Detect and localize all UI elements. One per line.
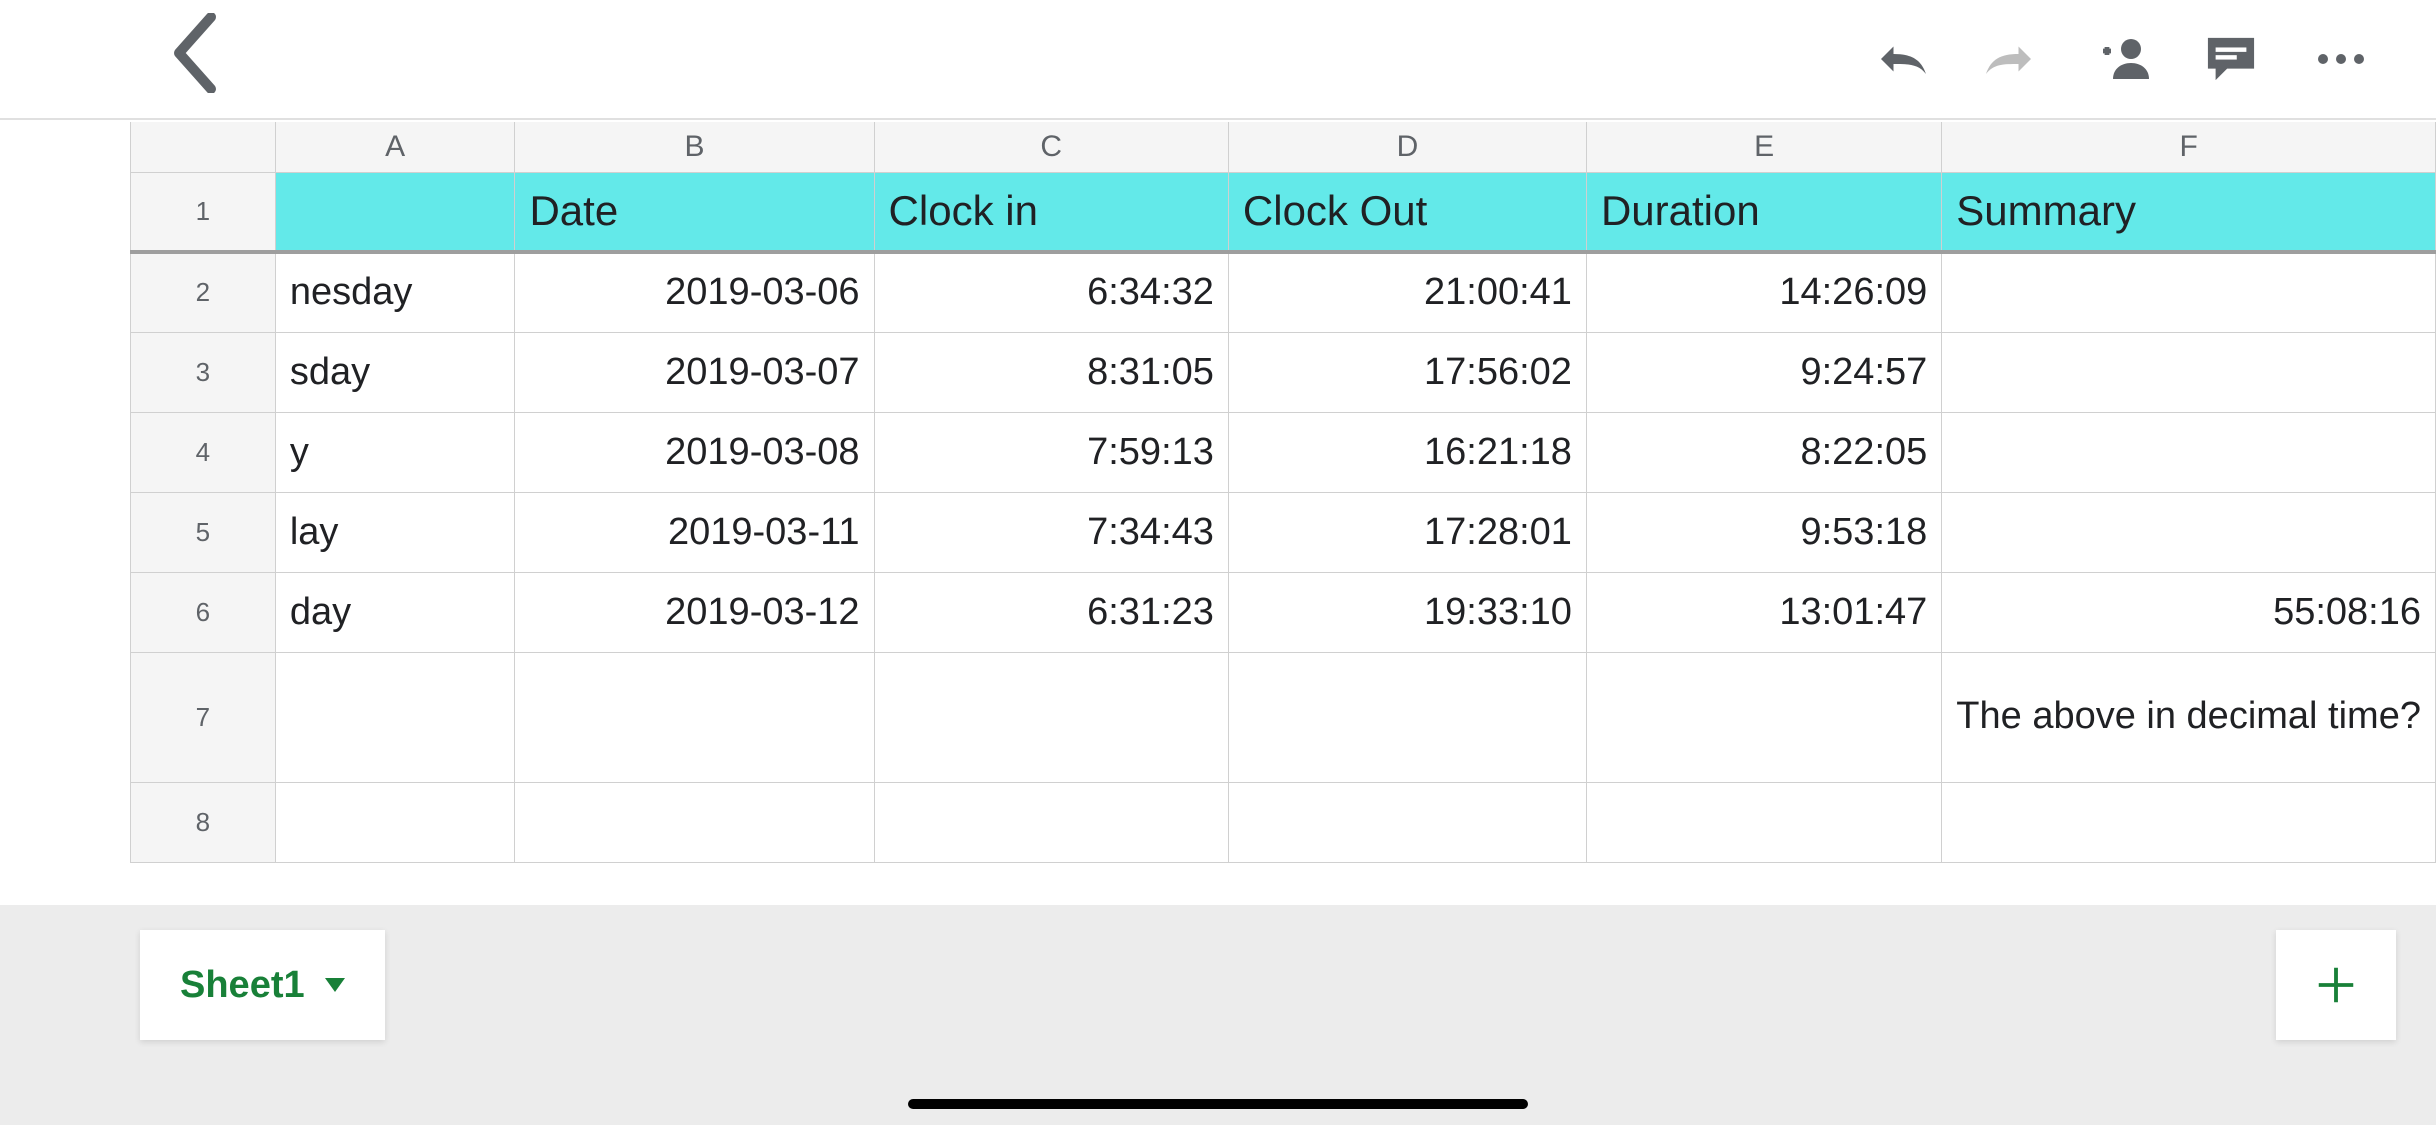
add-person-button[interactable] [2066, 19, 2176, 99]
table-row: 2 nesday 2019-03-06 6:34:32 21:00:41 14:… [131, 252, 2436, 332]
cell[interactable] [1942, 412, 2436, 492]
cell[interactable] [1942, 782, 2436, 862]
cell-F1[interactable]: Summary [1942, 172, 2436, 252]
spreadsheet[interactable]: A B C D E F 1 Date Clock in Clock Out Du… [0, 122, 2436, 905]
cell[interactable] [275, 782, 515, 862]
cell[interactable] [874, 782, 1228, 862]
cell[interactable]: lay [275, 492, 515, 572]
cell[interactable]: 7:34:43 [874, 492, 1228, 572]
cell[interactable]: 13:01:47 [1586, 572, 1941, 652]
cell[interactable] [1942, 252, 2436, 332]
add-sheet-button[interactable] [2276, 930, 2396, 1040]
cell-D1[interactable]: Clock Out [1228, 172, 1586, 252]
cell[interactable]: 17:28:01 [1228, 492, 1586, 572]
cell[interactable]: 6:34:32 [874, 252, 1228, 332]
cell[interactable] [1228, 652, 1586, 782]
col-header-A[interactable]: A [275, 122, 515, 172]
cell[interactable]: 16:21:18 [1228, 412, 1586, 492]
cell[interactable] [1228, 782, 1586, 862]
cell[interactable]: 7:59:13 [874, 412, 1228, 492]
cell[interactable]: 2019-03-07 [515, 332, 874, 412]
redo-button[interactable] [1956, 19, 2066, 99]
comment-button[interactable] [2176, 19, 2286, 99]
cell[interactable] [515, 652, 874, 782]
table-row: 4 y 2019-03-08 7:59:13 16:21:18 8:22:05 [131, 412, 2436, 492]
cell[interactable]: 55:08:16 [1942, 572, 2436, 652]
cell[interactable]: y [275, 412, 515, 492]
row-header[interactable]: 7 [131, 652, 276, 782]
back-button[interactable] [170, 13, 220, 106]
row-header[interactable]: 6 [131, 572, 276, 652]
cell[interactable] [515, 782, 874, 862]
cell-F7[interactable]: The above in decimal time? [1942, 652, 2436, 782]
cell[interactable] [275, 652, 515, 782]
col-header-E[interactable]: E [1586, 122, 1941, 172]
table-row: 1 Date Clock in Clock Out Duration Summa… [131, 172, 2436, 252]
cell[interactable]: 21:00:41 [1228, 252, 1586, 332]
sheet-tab-label: Sheet1 [180, 964, 305, 1007]
cell[interactable]: 2019-03-12 [515, 572, 874, 652]
cell[interactable] [874, 652, 1228, 782]
row-header[interactable]: 5 [131, 492, 276, 572]
column-header-row: A B C D E F [131, 122, 2436, 172]
cell[interactable]: sday [275, 332, 515, 412]
table-row: 8 [131, 782, 2436, 862]
cell[interactable]: 17:56:02 [1228, 332, 1586, 412]
cell[interactable]: 9:53:18 [1586, 492, 1941, 572]
table-row: 6 day 2019-03-12 6:31:23 19:33:10 13:01:… [131, 572, 2436, 652]
col-header-B[interactable]: B [515, 122, 874, 172]
col-header-F[interactable]: F [1942, 122, 2436, 172]
more-button[interactable] [2286, 19, 2396, 99]
cell[interactable]: 8:22:05 [1586, 412, 1941, 492]
row-header[interactable]: 8 [131, 782, 276, 862]
cell[interactable]: nesday [275, 252, 515, 332]
table-row: 3 sday 2019-03-07 8:31:05 17:56:02 9:24:… [131, 332, 2436, 412]
cell-E1[interactable]: Duration [1586, 172, 1941, 252]
bottom-spacer [0, 1065, 2436, 1125]
sheet-tab[interactable]: Sheet1 [140, 930, 385, 1040]
table-row: 7 The above in decimal time? [131, 652, 2436, 782]
row-header[interactable]: 3 [131, 332, 276, 412]
cell[interactable] [1942, 492, 2436, 572]
cell[interactable] [1942, 332, 2436, 412]
cell[interactable]: 19:33:10 [1228, 572, 1586, 652]
select-all-corner[interactable] [131, 122, 276, 172]
grid[interactable]: A B C D E F 1 Date Clock in Clock Out Du… [130, 122, 2436, 863]
col-header-D[interactable]: D [1228, 122, 1586, 172]
toolbar [0, 0, 2436, 120]
row-header[interactable]: 2 [131, 252, 276, 332]
cell[interactable]: 9:24:57 [1586, 332, 1941, 412]
cell[interactable]: 2019-03-06 [515, 252, 874, 332]
undo-button[interactable] [1846, 19, 1956, 99]
cell-A1[interactable] [275, 172, 515, 252]
cell[interactable]: 2019-03-11 [515, 492, 874, 572]
col-header-C[interactable]: C [874, 122, 1228, 172]
table-row: 5 lay 2019-03-11 7:34:43 17:28:01 9:53:1… [131, 492, 2436, 572]
sheet-tab-bar: Sheet1 [0, 905, 2436, 1065]
cell-C1[interactable]: Clock in [874, 172, 1228, 252]
cell-B1[interactable]: Date [515, 172, 874, 252]
cell[interactable]: 8:31:05 [874, 332, 1228, 412]
row-header-1[interactable]: 1 [131, 172, 276, 252]
cell[interactable]: 6:31:23 [874, 572, 1228, 652]
cell[interactable] [1586, 652, 1941, 782]
cell[interactable]: 2019-03-08 [515, 412, 874, 492]
row-header[interactable]: 4 [131, 412, 276, 492]
cell[interactable] [1586, 782, 1941, 862]
cell[interactable]: 14:26:09 [1586, 252, 1941, 332]
chevron-down-icon [325, 978, 345, 992]
home-indicator [908, 1099, 1528, 1109]
cell[interactable]: day [275, 572, 515, 652]
